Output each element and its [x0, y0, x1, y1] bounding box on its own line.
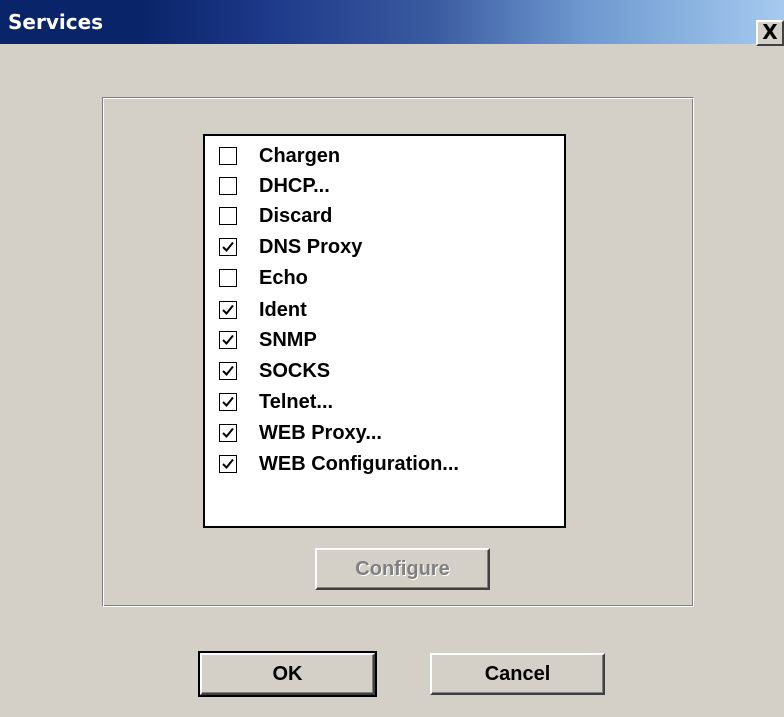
list-item[interactable]: DNS Proxy: [219, 233, 362, 261]
service-label: SOCKS: [259, 359, 331, 382]
checkbox-icon[interactable]: [219, 301, 237, 319]
cancel-button[interactable]: Cancel: [430, 653, 605, 695]
services-list[interactable]: Chargen DHCP... Discard DNS Proxy Echo I…: [203, 134, 566, 528]
service-label: Discard: [259, 204, 333, 227]
service-label: Ident: [259, 298, 307, 321]
list-item[interactable]: WEB Configuration...: [219, 450, 459, 478]
checkbox-icon[interactable]: [219, 269, 237, 287]
service-label: DHCP...: [259, 174, 330, 197]
list-item[interactable]: Chargen: [219, 142, 340, 170]
list-item[interactable]: Discard: [219, 202, 332, 230]
checkbox-icon[interactable]: [219, 362, 237, 380]
checkbox-icon[interactable]: [219, 147, 237, 165]
service-label: WEB Configuration...: [259, 452, 459, 475]
list-item[interactable]: WEB Proxy...: [219, 419, 382, 447]
checkbox-icon[interactable]: [219, 331, 237, 349]
checkbox-icon[interactable]: [219, 238, 237, 256]
checkbox-icon[interactable]: [219, 207, 237, 225]
service-label: Chargen: [259, 144, 341, 167]
list-item[interactable]: Ident: [219, 296, 307, 324]
checkbox-icon[interactable]: [219, 177, 237, 195]
list-item[interactable]: Echo: [219, 264, 308, 292]
checkbox-icon[interactable]: [219, 424, 237, 442]
service-label: DNS Proxy: [259, 235, 363, 258]
checkbox-icon[interactable]: [219, 393, 237, 411]
title-bar[interactable]: Services X: [0, 0, 784, 46]
configure-button[interactable]: Configure: [315, 548, 490, 590]
close-icon: X: [762, 20, 778, 44]
list-item[interactable]: SNMP: [219, 326, 317, 354]
service-label: Echo: [259, 266, 308, 289]
service-label: WEB Proxy...: [259, 421, 382, 444]
close-button[interactable]: X: [756, 20, 784, 46]
window-title: Services: [8, 10, 104, 34]
service-label: Telnet...: [259, 390, 334, 413]
services-dialog: Services X Chargen DHCP... Discard DNS P…: [0, 0, 784, 717]
list-item[interactable]: DHCP...: [219, 172, 330, 200]
ok-button[interactable]: OK: [198, 651, 377, 697]
checkbox-icon[interactable]: [219, 455, 237, 473]
list-item[interactable]: SOCKS: [219, 357, 330, 385]
service-label: SNMP: [259, 328, 317, 351]
list-item[interactable]: Telnet...: [219, 388, 333, 416]
